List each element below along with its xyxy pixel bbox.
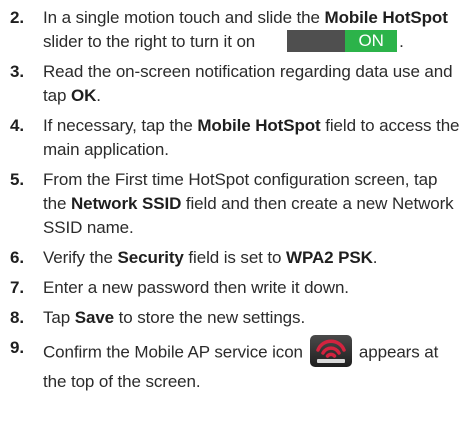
step-number: 6. [10, 248, 24, 267]
security-term: Security [117, 248, 184, 267]
step-text-segment: slider to the right to turn it on [43, 32, 256, 51]
step-text-segment: . [399, 32, 404, 51]
step-number: 2. [10, 8, 24, 27]
step-number: 4. [10, 116, 24, 135]
step-text: Enter a new password then write it down. [43, 276, 464, 300]
step-number: 5. [10, 170, 24, 189]
step-text-segment: In a single motion touch and slide the [43, 8, 325, 27]
steps-list: 2. In a single motion touch and slide th… [8, 6, 464, 394]
mobile-hotspot-term: Mobile HotSpot [324, 8, 448, 27]
step-2: 2. In a single motion touch and slide th… [8, 6, 464, 54]
step-text: Tap Save to store the new settings. [43, 306, 464, 330]
step-number: 9. [10, 338, 24, 357]
step-text-segment: Enter a new password then write it down. [43, 278, 349, 297]
step-number: 3. [10, 62, 24, 81]
toggle-on-label: ON [345, 29, 398, 52]
step-text: If necessary, tap the Mobile HotSpot fie… [43, 114, 464, 162]
step-text: In a single motion touch and slide the M… [43, 6, 464, 54]
step-3: 3. Read the on-screen notification regar… [8, 60, 464, 108]
step-text-segment: If necessary, tap the [43, 116, 198, 135]
step-text-segment: Tap [43, 308, 75, 327]
step-text: Confirm the Mobile AP service icon appea… [43, 334, 464, 394]
step-4: 4. If necessary, tap the Mobile HotSpot … [8, 114, 464, 162]
mobile-hotspot-on-toggle: ON [287, 29, 398, 52]
step-text-segment: . [96, 86, 101, 105]
step-number: 8. [10, 308, 24, 327]
step-6: 6. Verify the Security field is set to W… [8, 246, 464, 270]
step-8: 8. Tap Save to store the new settings. [8, 306, 464, 330]
step-text-segment: Confirm the Mobile AP service icon [43, 342, 303, 362]
ok-term: OK [70, 86, 97, 105]
network-ssid-term: Network SSID [70, 194, 182, 213]
step-7: 7. Enter a new password then write it do… [8, 276, 464, 300]
save-term: Save [74, 308, 115, 327]
instruction-page: 2. In a single motion touch and slide th… [0, 0, 472, 424]
step-text-segment: to store the new settings. [114, 308, 306, 327]
step-5: 5. From the First time HotSpot configura… [8, 168, 464, 240]
wpa2-psk-term: WPA2 PSK [286, 248, 373, 267]
step-text: Verify the Security field is set to WPA2… [43, 246, 464, 270]
step-text: Read the on-screen notification regardin… [43, 60, 464, 108]
toggle-track [287, 29, 346, 52]
step-number: 7. [10, 278, 24, 297]
step-text-segment: field is set to [183, 248, 287, 267]
step-text: From the First time HotSpot configuratio… [43, 168, 464, 240]
mobile-hotspot-term: Mobile HotSpot [197, 116, 321, 135]
step-text-segment: Verify the [43, 248, 118, 267]
mobile-ap-service-icon [309, 334, 353, 368]
step-text-segment: . [372, 248, 378, 267]
step-9: 9. Confirm the Mobile AP service icon ap… [8, 334, 464, 394]
step-text-segment: Read the on-screen notification regardin… [43, 62, 453, 105]
